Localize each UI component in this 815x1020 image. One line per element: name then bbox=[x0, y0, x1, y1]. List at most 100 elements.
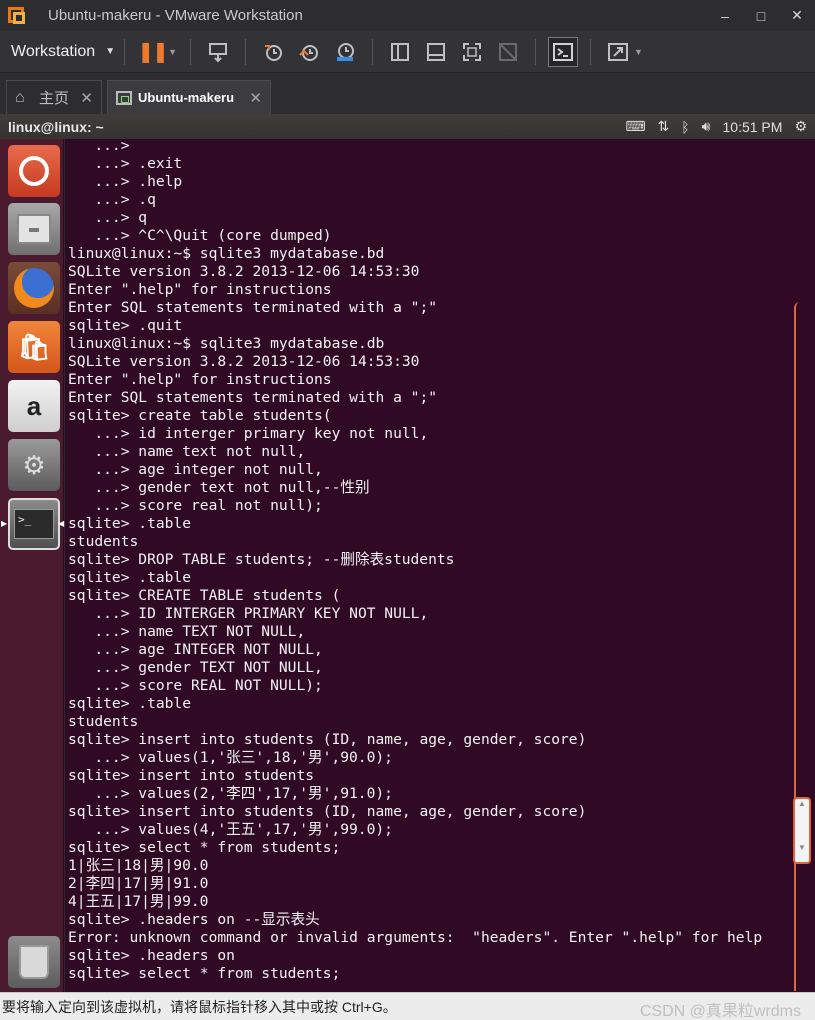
amazon-launcher[interactable]: a bbox=[8, 380, 60, 432]
terminal-line: ...> id interger primary key not null, bbox=[68, 425, 429, 442]
terminal-line: sqlite> DROP TABLE students; --删除表studen… bbox=[68, 551, 455, 568]
scroll-up-icon[interactable]: ▲ bbox=[795, 799, 809, 809]
home-icon: ⌂ bbox=[15, 88, 25, 106]
files-launcher[interactable] bbox=[8, 203, 60, 255]
terminal-line: linux@linux:~$ sqlite3 mydatabase.bd bbox=[68, 245, 385, 262]
console-icon[interactable] bbox=[548, 36, 579, 67]
terminal-line: ...> values(2,'李四',17,'男',91.0); bbox=[68, 785, 393, 802]
terminal-line: sqlite> insert into students bbox=[68, 767, 315, 784]
terminal-line: linux@linux:~$ sqlite3 mydatabase.db bbox=[68, 335, 385, 352]
terminal-line: ...> gender TEXT NOT NULL, bbox=[68, 659, 323, 676]
terminal-line: Error: unknown command or invalid argume… bbox=[68, 929, 763, 946]
snapshot-icon[interactable] bbox=[258, 37, 288, 67]
terminal-line: sqlite> .table bbox=[68, 569, 192, 586]
thumbnail-icon[interactable] bbox=[421, 37, 451, 67]
stretch-menu-chevron-icon[interactable]: ▼ bbox=[634, 47, 643, 57]
terminal-line: students bbox=[68, 533, 139, 550]
tab-vm-close-icon[interactable]: ✕ bbox=[249, 89, 262, 107]
close-button[interactable]: ✕ bbox=[779, 0, 815, 31]
terminal-output: ...> ...> .exit ...> .help ...> .q ...> … bbox=[68, 139, 762, 983]
dash-home-button[interactable] bbox=[8, 145, 60, 197]
tab-home[interactable]: ⌂ 主页 ✕ bbox=[6, 80, 102, 114]
focused-indicator-icon: ◀ bbox=[58, 519, 65, 528]
terminal-line: ...> ^C^\Quit (core dumped) bbox=[68, 227, 332, 244]
terminal-line: 1|张三|18|男|90.0 bbox=[68, 857, 209, 874]
terminal-line: ...> age integer not null, bbox=[68, 461, 323, 478]
terminal-line: sqlite> insert into students (ID, name, … bbox=[68, 803, 587, 820]
terminal-line: 2|李四|17|男|91.0 bbox=[68, 875, 209, 892]
terminal-line: ...> ID INTERGER PRIMARY KEY NOT NULL, bbox=[68, 605, 429, 622]
terminal-line: sqlite> select * from students; bbox=[68, 965, 341, 982]
terminal-line: Enter ".help" for instructions bbox=[68, 281, 332, 298]
terminal-line: SQLite version 3.8.2 2013-12-06 14:53:30 bbox=[68, 353, 420, 370]
fullscreen-icon[interactable] bbox=[457, 37, 487, 67]
terminal-line: ...> name text not null, bbox=[68, 443, 306, 460]
unity-launcher: 🛍︎ a ⚙ ▶ >_ ◀ bbox=[0, 139, 64, 992]
panel-clock[interactable]: 10:51 PM bbox=[723, 119, 783, 135]
system-settings-launcher[interactable]: ⚙ bbox=[8, 439, 60, 491]
terminal-icon: >_ bbox=[14, 509, 54, 539]
pause-menu-chevron-icon[interactable]: ▼ bbox=[168, 47, 177, 57]
terminal-line: Enter ".help" for instructions bbox=[68, 371, 332, 388]
terminal-line: sqlite> select * from students; bbox=[68, 839, 341, 856]
library-icon[interactable] bbox=[385, 37, 415, 67]
terminal-window[interactable]: ...> ...> .exit ...> .help ...> .q ...> … bbox=[65, 139, 815, 992]
watermark: CSDN @真果粒wrdms bbox=[639, 1003, 801, 1020]
terminal-line: ...> values(4,'王五',17,'男',99.0); bbox=[68, 821, 393, 838]
terminal-line: sqlite> .headers on bbox=[68, 947, 235, 964]
software-center-launcher[interactable]: 🛍︎ bbox=[8, 321, 60, 373]
terminal-line: ...> score REAL NOT NULL); bbox=[68, 677, 323, 694]
pause-icon[interactable]: ❚❚ bbox=[137, 37, 169, 67]
stretch-icon[interactable] bbox=[603, 37, 633, 67]
firefox-launcher[interactable] bbox=[8, 262, 60, 314]
shopping-bag-icon: 🛍︎ bbox=[17, 331, 51, 362]
minimize-button[interactable]: – bbox=[707, 0, 743, 31]
title-bar: Ubuntu-makeru - VMware Workstation – □ ✕ bbox=[0, 0, 815, 31]
volume-icon[interactable]: 🔊︎ bbox=[702, 118, 711, 135]
terminal-line: ...> values(1,'张三',18,'男',90.0); bbox=[68, 749, 393, 766]
toolbar-divider bbox=[245, 38, 247, 65]
tab-home-close-icon[interactable]: ✕ bbox=[80, 89, 93, 107]
unity-icon[interactable] bbox=[493, 37, 523, 67]
vmware-logo-icon bbox=[8, 5, 30, 27]
tab-bar: ⌂ 主页 ✕ Ubuntu-makeru ✕ bbox=[0, 73, 815, 114]
maximize-button[interactable]: □ bbox=[743, 0, 779, 31]
network-icon[interactable]: ⇅ bbox=[658, 118, 670, 135]
amazon-icon: a bbox=[26, 390, 42, 421]
tab-home-label: 主页 bbox=[39, 90, 70, 107]
send-keys-icon[interactable] bbox=[203, 37, 233, 67]
workstation-menu[interactable]: Workstation ▼ bbox=[11, 43, 115, 61]
terminal-launcher[interactable]: >_ bbox=[8, 498, 60, 550]
panel-window-title: linux@linux: ~ bbox=[8, 118, 104, 135]
tab-ubuntu-makeru[interactable]: Ubuntu-makeru ✕ bbox=[107, 80, 271, 114]
tab-vm-label: Ubuntu-makeru bbox=[138, 90, 235, 105]
terminal-line: ...> bbox=[68, 139, 130, 154]
running-indicator-icon: ▶ bbox=[1, 519, 8, 528]
scroll-down-icon[interactable]: ▼ bbox=[795, 843, 809, 853]
terminal-line: sqlite> .quit bbox=[68, 317, 183, 334]
terminal-line: ...> .help bbox=[68, 173, 183, 190]
toolbar-divider bbox=[190, 38, 192, 65]
terminal-line: SQLite version 3.8.2 2013-12-06 14:53:30 bbox=[68, 263, 420, 280]
toolbar-divider bbox=[372, 38, 374, 65]
terminal-scrollbar-thumb[interactable]: ▲ ▼ bbox=[793, 797, 811, 864]
terminal-line: ...> score real not null); bbox=[68, 497, 323, 514]
toolbar-divider bbox=[590, 38, 592, 65]
trash-icon bbox=[19, 945, 49, 979]
snapshot-manager-icon[interactable] bbox=[330, 37, 360, 67]
ubuntu-logo-icon bbox=[19, 156, 49, 186]
terminal-line: sqlite> CREATE TABLE students ( bbox=[68, 587, 341, 604]
chevron-down-icon: ▼ bbox=[105, 46, 116, 57]
revert-snapshot-icon[interactable] bbox=[294, 37, 324, 67]
trash-launcher[interactable] bbox=[8, 936, 60, 988]
terminal-line: ...> age INTEGER NOT NULL, bbox=[68, 641, 323, 658]
keyboard-icon[interactable]: ⌨ bbox=[625, 118, 645, 135]
file-cabinet-icon bbox=[17, 214, 51, 244]
firefox-icon bbox=[14, 268, 54, 308]
terminal-scrollbar-track[interactable] bbox=[794, 302, 812, 991]
toolbar-divider bbox=[124, 38, 126, 65]
gear-icon[interactable]: ⚙ bbox=[794, 118, 807, 135]
bluetooth-icon[interactable]: ᛒ bbox=[681, 119, 689, 135]
terminal-line: 4|王五|17|男|99.0 bbox=[68, 893, 209, 910]
terminal-line: Enter SQL statements terminated with a "… bbox=[68, 299, 438, 316]
